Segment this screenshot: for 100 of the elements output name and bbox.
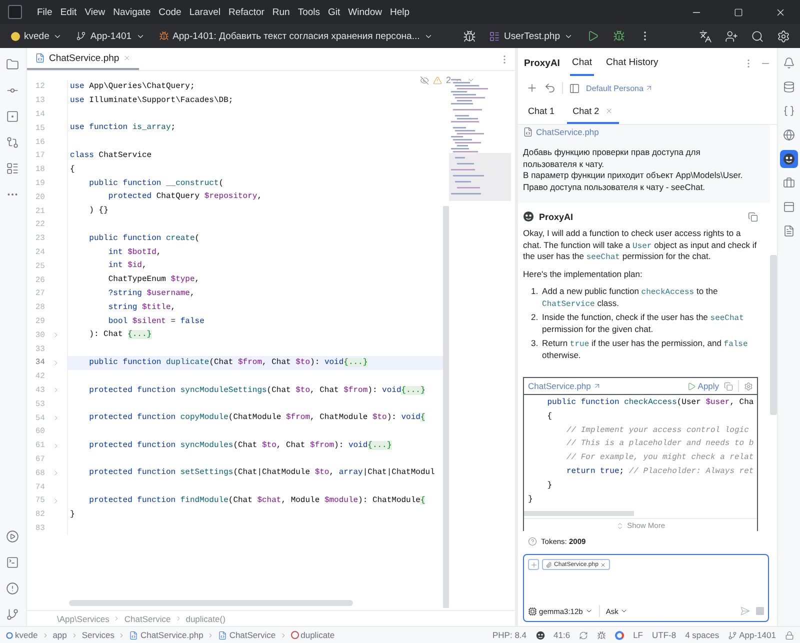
path-item[interactable]: ChatService bbox=[218, 630, 276, 640]
menu-item[interactable]: Tools bbox=[294, 4, 324, 20]
line-number: 83 bbox=[34, 524, 45, 533]
menu-item[interactable]: Edit bbox=[57, 4, 80, 20]
vertical-scrollbar[interactable] bbox=[770, 255, 778, 415]
file-link[interactable]: ChatService.php bbox=[528, 381, 601, 391]
indent-setting[interactable]: 4 spaces bbox=[685, 630, 720, 640]
settings-icon bbox=[744, 382, 754, 390]
cursor-position[interactable]: 41:6 bbox=[554, 630, 570, 640]
line-number: 33 bbox=[34, 344, 45, 354]
chevron-right-icon bbox=[207, 632, 214, 638]
class-icon bbox=[218, 630, 228, 640]
close-icon bbox=[605, 107, 614, 115]
bug-icon bbox=[462, 30, 476, 42]
response-text: Here's the implementation plan: bbox=[523, 268, 644, 280]
line-number: 17 bbox=[34, 151, 45, 160]
tool-window-button[interactable] bbox=[780, 150, 798, 168]
horizontal-scrollbar[interactable] bbox=[524, 511, 634, 516]
menu-item[interactable]: View bbox=[82, 4, 108, 20]
line-separator[interactable]: LF bbox=[633, 630, 643, 640]
php-version[interactable]: PHP: 8.4 bbox=[492, 630, 527, 640]
chevron-right-icon bbox=[280, 632, 287, 638]
editor-tab[interactable]: ChatService.php bbox=[26, 48, 140, 70]
line-number: 26 bbox=[34, 276, 45, 285]
php-file-icon bbox=[523, 127, 534, 137]
line-number: 75 bbox=[34, 496, 45, 506]
persona-link[interactable]: Default Persona bbox=[586, 84, 654, 92]
compare-icon bbox=[6, 136, 20, 148]
line-number: 43 bbox=[34, 386, 45, 395]
bug-icon bbox=[597, 630, 606, 640]
menu-item[interactable]: Laravel bbox=[186, 4, 224, 20]
google-g-icon[interactable] bbox=[615, 630, 624, 640]
chip-icon bbox=[528, 606, 538, 616]
project-dot-icon bbox=[11, 32, 20, 40]
alert-icon bbox=[6, 582, 20, 594]
line-number: 74 bbox=[34, 482, 45, 492]
run-config-selector[interactable]: UserTest.php bbox=[484, 28, 578, 44]
branch-selector[interactable]: App-1401 bbox=[71, 28, 150, 44]
vertical-scrollbar[interactable] bbox=[443, 206, 450, 608]
code-line: } bbox=[528, 494, 534, 506]
code-line: return true; // Placeholder: Always ret bbox=[565, 466, 754, 478]
panel-title: ProxyAI bbox=[524, 58, 560, 68]
list-number: 1. bbox=[531, 286, 540, 298]
stop-icon[interactable] bbox=[756, 607, 764, 615]
line-number: 16 bbox=[34, 138, 45, 147]
message-text: В параметр функции приходит объект App\Models\User. bbox=[523, 170, 744, 182]
folder-icon bbox=[6, 58, 20, 70]
expand-icon bbox=[616, 522, 624, 530]
path-item[interactable]: kvede bbox=[6, 630, 38, 640]
play-icon bbox=[686, 382, 696, 390]
translate-icon bbox=[698, 30, 712, 42]
author-name: ProxyAI bbox=[539, 212, 574, 222]
line-number: 14 bbox=[34, 110, 45, 119]
menu-item[interactable]: Window bbox=[345, 4, 385, 20]
method-icon bbox=[290, 631, 299, 639]
branch-icon bbox=[728, 630, 738, 640]
play-icon bbox=[587, 30, 599, 42]
menu-item[interactable]: Run bbox=[269, 4, 293, 20]
braces-icon bbox=[783, 105, 796, 117]
menu-item[interactable]: Navigate bbox=[110, 4, 154, 20]
path-item[interactable]: duplicate bbox=[290, 630, 335, 640]
add-context-button[interactable] bbox=[528, 559, 540, 570]
line-number: 54 bbox=[34, 414, 45, 423]
menu-item[interactable]: File bbox=[34, 4, 56, 20]
line-number: 22 bbox=[34, 220, 45, 230]
chat-tab[interactable]: Chat 1 bbox=[522, 100, 561, 124]
path-item[interactable]: ChatService.php bbox=[129, 630, 204, 640]
line-number: 18 bbox=[34, 165, 45, 174]
task-selector[interactable]: App-1401: Добавить текст согласия хранения персона... bbox=[154, 28, 438, 44]
menu-item[interactable]: Help bbox=[386, 4, 413, 20]
apply-button[interactable]: Apply bbox=[686, 381, 720, 391]
module-icon bbox=[6, 632, 13, 638]
chevron-right-icon bbox=[113, 615, 120, 622]
chevron-right-icon bbox=[42, 632, 49, 638]
file-reference-link[interactable]: ChatService.php bbox=[523, 127, 752, 137]
code-line: } bbox=[546, 480, 554, 492]
code-line: // For example, you might check a relat bbox=[565, 452, 754, 464]
panel-tab[interactable]: Chat History bbox=[604, 50, 660, 76]
branch-widget[interactable]: App-1401 bbox=[728, 630, 776, 640]
line-number: 29 bbox=[34, 316, 45, 326]
menu-item[interactable]: Refactor bbox=[226, 4, 268, 20]
horizontal-scrollbar[interactable] bbox=[68, 600, 353, 606]
window-icon bbox=[6, 110, 20, 122]
panel-tab[interactable]: Chat bbox=[570, 50, 594, 76]
encoding[interactable]: UTF-8 bbox=[652, 630, 676, 640]
message-text: Добавь функцию проверки прав доступа для пользователя к чату. bbox=[523, 147, 702, 170]
play-circle-icon bbox=[6, 530, 20, 542]
message-text: Право доступа пользователя к чату - seeChat. bbox=[523, 182, 706, 193]
code-line: { bbox=[546, 410, 554, 423]
path-item[interactable]: Services bbox=[82, 630, 114, 640]
path-item[interactable]: app bbox=[52, 630, 67, 640]
line-number: 30 bbox=[34, 330, 45, 340]
project-selector[interactable]: kvede bbox=[6, 28, 68, 44]
menu-item[interactable]: Code bbox=[156, 4, 184, 20]
briefcase-icon bbox=[783, 177, 796, 189]
app-logo-icon bbox=[8, 5, 22, 19]
bug-icon bbox=[158, 31, 169, 41]
menu-item[interactable]: Git bbox=[325, 4, 344, 20]
sync-icon bbox=[579, 630, 588, 640]
line-number: 61 bbox=[34, 441, 45, 450]
